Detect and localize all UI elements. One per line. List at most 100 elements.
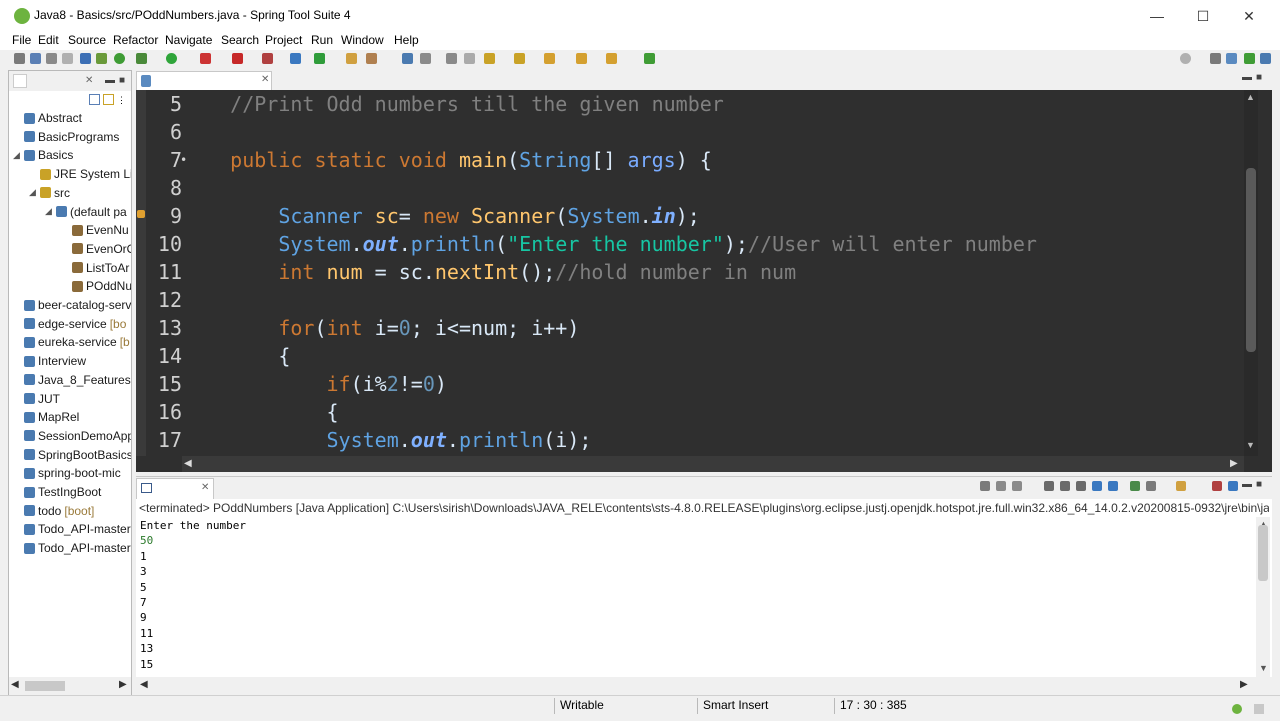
remove-launch-icon[interactable] xyxy=(996,481,1006,491)
block-selection-icon[interactable] xyxy=(420,53,431,64)
collapse-all-icon[interactable] xyxy=(89,94,100,105)
code-line[interactable]: System.out.println(i); xyxy=(182,426,591,454)
tree-item[interactable]: SessionDemoApp xyxy=(9,427,131,445)
show-stderr-icon[interactable] xyxy=(1108,481,1118,491)
new-java-project-icon[interactable] xyxy=(290,53,301,64)
tree-item[interactable]: ◢ src xyxy=(9,184,70,202)
menu-search[interactable]: Search xyxy=(221,33,259,47)
terminal-icon[interactable] xyxy=(80,53,91,64)
scroll-left-icon[interactable]: ◀ xyxy=(184,458,192,469)
scroll-down-icon[interactable]: ▼ xyxy=(1246,440,1255,450)
close-icon[interactable]: ✕ xyxy=(1226,0,1272,32)
tree-item[interactable]: Java_8_Features xyxy=(9,371,131,389)
maximize-view-icon[interactable]: ■ xyxy=(1256,479,1262,490)
forward-icon[interactable] xyxy=(606,53,617,64)
perspective-icon[interactable] xyxy=(1210,53,1221,64)
remove-all-icon[interactable] xyxy=(1012,481,1022,491)
quick-access-icon[interactable] xyxy=(1180,53,1191,64)
console-output[interactable]: Enter the number 50 1 3 5 7 9 11 13 15 ▲ ▼ xyxy=(136,517,1272,677)
scroll-lock-icon[interactable] xyxy=(1060,481,1070,491)
maximize-icon[interactable]: ☐ xyxy=(1180,0,1226,32)
tree-item[interactable]: BasicPrograms xyxy=(9,128,119,146)
terminate-icon[interactable] xyxy=(980,481,990,491)
save-icon[interactable] xyxy=(30,53,41,64)
run-icon[interactable] xyxy=(166,53,177,64)
view-menu-icon[interactable]: ⋮ xyxy=(117,95,126,106)
editor-vscroll-thumb[interactable] xyxy=(1246,168,1256,352)
close-icon[interactable]: ✕ xyxy=(201,482,209,493)
code-line[interactable]: { xyxy=(182,342,290,370)
warning-marker-icon[interactable] xyxy=(137,210,145,218)
word-wrap-icon[interactable] xyxy=(446,53,457,64)
close-icon[interactable]: ✕ xyxy=(261,74,269,85)
java-perspective-icon[interactable] xyxy=(1226,53,1237,64)
code-editor[interactable]: 5 6 7 • 8 9 10 11 12 13 14 15 16 17 //Print Odd numbe… xyxy=(136,90,1272,472)
menu-project[interactable]: Project xyxy=(265,33,302,47)
spring-status-icon[interactable] xyxy=(1232,704,1242,714)
open-folder-icon[interactable] xyxy=(346,53,357,64)
scroll-up-icon[interactable]: ▲ xyxy=(1246,92,1255,102)
clear-console-icon[interactable] xyxy=(1044,481,1054,491)
minimize-view-icon[interactable]: ▬ xyxy=(1242,479,1252,490)
search-icon[interactable] xyxy=(366,53,377,64)
tree-item[interactable]: edge-service [bo xyxy=(9,315,126,333)
tree-item[interactable]: TestIngBoot xyxy=(9,483,101,501)
tree-item[interactable]: todo [boot] xyxy=(9,502,94,520)
tree-item[interactable]: Todo_API-master xyxy=(9,520,131,538)
open-console-icon[interactable] xyxy=(1176,481,1186,491)
show-whitespace-icon[interactable] xyxy=(464,53,475,64)
menu-run[interactable]: Run xyxy=(311,33,333,47)
tree-item[interactable]: Interview xyxy=(9,352,86,370)
tree-item[interactable]: eureka-service [b xyxy=(9,333,130,351)
maximize-view-icon[interactable]: ■ xyxy=(119,75,125,86)
console-view-menu-icon[interactable] xyxy=(1212,481,1222,491)
menu-edit[interactable]: Edit xyxy=(38,33,59,47)
maximize-view-icon[interactable]: ■ xyxy=(1256,72,1262,83)
spring-icon[interactable] xyxy=(114,53,125,64)
editor-hscroll[interactable]: ◀ ▶ xyxy=(182,456,1244,472)
progress-icon[interactable] xyxy=(1254,704,1264,714)
last-edit-icon[interactable] xyxy=(544,53,555,64)
tree-item[interactable]: JRE System Lib xyxy=(9,165,131,183)
scroll-right-icon[interactable]: ▶ xyxy=(119,679,127,690)
chevron-down-icon[interactable]: ◢ xyxy=(45,206,54,217)
scroll-thumb[interactable] xyxy=(25,681,65,691)
chevron-down-icon[interactable]: ◢ xyxy=(29,187,38,198)
menu-source[interactable]: Source xyxy=(68,33,106,47)
scroll-right-icon[interactable]: ▶ xyxy=(1240,679,1248,690)
pin-editor-icon[interactable] xyxy=(644,53,655,64)
chevron-down-icon[interactable]: ◢ xyxy=(13,150,22,161)
code-line[interactable]: int num = sc.nextInt();//hold number in … xyxy=(182,258,796,286)
code-line[interactable]: for(int i=0; i<=num; i++) xyxy=(182,314,579,342)
code-line[interactable]: public static void main(String[] args) { xyxy=(182,146,712,174)
open-type-icon[interactable] xyxy=(62,53,73,64)
toggle-mark-icon[interactable] xyxy=(402,53,413,64)
minimize-view-icon[interactable]: ▬ xyxy=(1242,72,1252,83)
new-icon[interactable] xyxy=(14,53,25,64)
tree-item[interactable]: beer-catalog-serv xyxy=(9,296,131,314)
tree-item[interactable]: JUT xyxy=(9,390,60,408)
console-vscroll-thumb[interactable] xyxy=(1258,525,1268,581)
close-icon[interactable]: ✕ xyxy=(85,75,93,86)
spring-perspective-icon[interactable] xyxy=(1244,53,1255,64)
tree-item[interactable]: EvenOrO xyxy=(9,240,131,258)
external-tools-icon[interactable] xyxy=(262,53,273,64)
debug-perspective-icon[interactable] xyxy=(1260,53,1271,64)
minimize-view-icon[interactable]: ▬ xyxy=(105,75,115,86)
pin-console-icon[interactable] xyxy=(1130,481,1140,491)
menu-help[interactable]: Help xyxy=(394,33,419,47)
tree-item[interactable]: ◢ (default pa xyxy=(9,203,127,221)
stop-icon[interactable] xyxy=(232,53,243,64)
tree-item[interactable]: ◢ Basics xyxy=(9,146,73,164)
tree-item[interactable]: EvenNu xyxy=(9,221,129,239)
console-tab[interactable]: ✕ xyxy=(136,478,214,499)
word-wrap-icon[interactable] xyxy=(1076,481,1086,491)
coverage-icon[interactable] xyxy=(200,53,211,64)
scroll-right-icon[interactable]: ▶ xyxy=(1230,458,1238,469)
tree-item[interactable]: MapRel xyxy=(9,408,79,426)
next-annotation-icon[interactable] xyxy=(484,53,495,64)
scroll-left-icon[interactable]: ◀ xyxy=(140,679,148,690)
explorer-hscroll[interactable]: ◀ ▶ xyxy=(9,677,131,695)
back-icon[interactable] xyxy=(576,53,587,64)
boot-dashboard-icon[interactable] xyxy=(96,53,107,64)
